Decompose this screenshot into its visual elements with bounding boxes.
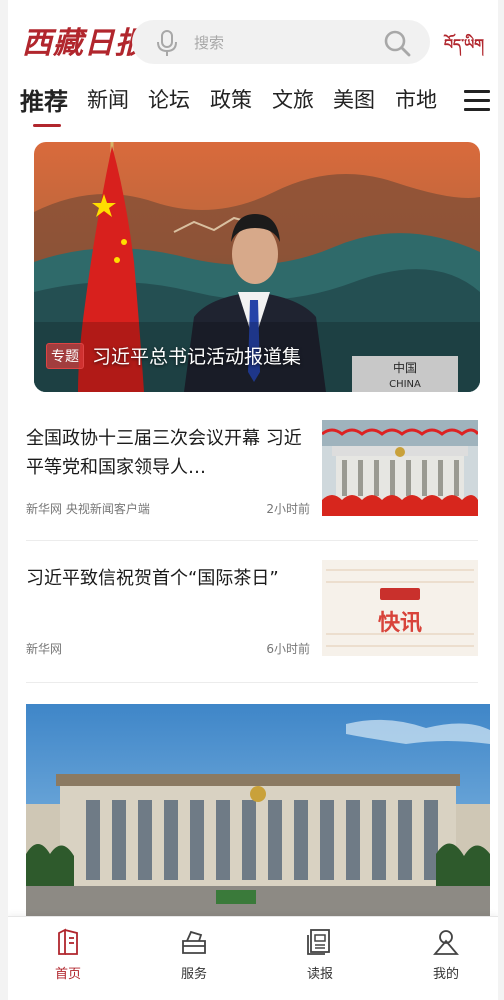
- bottom-navigation: 首页 服务 读报 我的: [8, 916, 498, 1000]
- nav-label: 读报: [306, 967, 333, 982]
- tab-gallery[interactable]: 美图: [333, 84, 375, 114]
- search-icon[interactable]: [382, 28, 412, 58]
- tab-news[interactable]: 新闻: [87, 84, 129, 114]
- news-time: 2小时前: [266, 502, 310, 516]
- tab-forum[interactable]: 论坛: [148, 84, 190, 114]
- nav-label: 服务: [180, 967, 207, 982]
- divider: [26, 682, 478, 683]
- news-thumbnail[interactable]: [322, 420, 478, 516]
- news-item[interactable]: 全国政协十三届三次会议开幕 习近平等党和国家领导人… 新华网 央视新闻客户端 2…: [26, 420, 478, 550]
- banner-title[interactable]: 习近平总书记活动报道集: [92, 342, 301, 369]
- news-image-great-hall[interactable]: [26, 704, 490, 916]
- news-time: 6小时前: [266, 642, 310, 656]
- tab-cities[interactable]: 市地: [395, 84, 437, 114]
- service-icon: [182, 930, 206, 954]
- nav-profile[interactable]: 我的: [406, 927, 486, 982]
- tab-recommend[interactable]: 推荐: [20, 82, 68, 117]
- profile-icon: [433, 930, 459, 955]
- news-source: 新华网 央视新闻客户端: [26, 502, 150, 516]
- search-bar[interactable]: 搜索: [132, 20, 430, 64]
- tibetan-language-link[interactable]: བོད་ཡིག: [444, 28, 484, 68]
- banner-caption: 专题 习近平总书记活动报道集: [46, 342, 301, 369]
- app-screen: 西藏日报 搜索 བོད་ཡིག 推荐 新闻 论坛 政策 文旅 美图 市地 专题 …: [8, 0, 498, 1000]
- nav-services[interactable]: 服务: [154, 927, 234, 982]
- news-title[interactable]: 习近平致信祝贺首个“国际茶日”: [26, 564, 308, 593]
- microphone-icon[interactable]: [154, 29, 180, 57]
- search-input[interactable]: 搜索: [194, 32, 224, 53]
- nav-label: 首页: [54, 967, 81, 982]
- topic-badge: 专题: [46, 342, 84, 369]
- newspaper-icon: [307, 929, 330, 955]
- nav-label: 我的: [432, 967, 459, 982]
- thumbnail-flash-label: 快讯: [378, 611, 422, 636]
- app-logo[interactable]: 西藏日报: [22, 18, 146, 62]
- tab-culture-tourism[interactable]: 文旅: [272, 84, 314, 114]
- nav-home[interactable]: 首页: [28, 927, 108, 982]
- divider: [26, 540, 478, 541]
- header: 西藏日报 搜索 བོད་ཡིག: [8, 0, 498, 84]
- featured-banner[interactable]: 中国 CHINA 专题 习近平总书记活动报道集: [34, 142, 480, 392]
- news-item[interactable]: 习近平致信祝贺首个“国际茶日” 新华网 6小时前 快讯: [26, 560, 478, 690]
- tab-policy[interactable]: 政策: [210, 84, 252, 114]
- category-tabs: 推荐 新闻 论坛 政策 文旅 美图 市地: [8, 84, 498, 132]
- news-source: 新华网: [26, 642, 63, 656]
- nav-read-paper[interactable]: 读报: [280, 927, 360, 982]
- news-title[interactable]: 全国政协十三届三次会议开幕 习近平等党和国家领导人…: [26, 424, 308, 482]
- home-icon: [58, 928, 78, 955]
- active-tab-indicator: [33, 124, 61, 127]
- menu-icon[interactable]: [464, 90, 490, 111]
- news-thumbnail[interactable]: 快讯: [322, 560, 478, 656]
